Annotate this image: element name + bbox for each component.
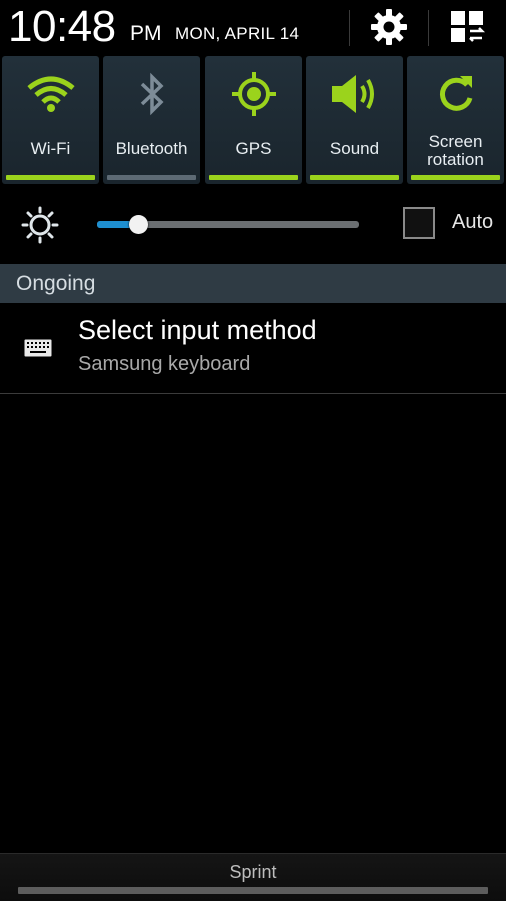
notification-subtitle: Samsung keyboard (78, 353, 251, 375)
carrier-label: Sprint (229, 862, 277, 882)
brightness-row: Auto (0, 185, 506, 264)
header-divider (349, 10, 350, 46)
auto-brightness-checkbox[interactable] (403, 207, 435, 239)
sound-icon (331, 75, 374, 113)
header-divider (428, 10, 429, 46)
ongoing-header-label: Ongoing (16, 272, 96, 295)
keyboard-icon (24, 339, 52, 357)
clock-time: 10:48 (8, 2, 116, 51)
toggle-grid-button[interactable] (431, 2, 505, 52)
notification-select-input-method[interactable]: Select input method Samsung keyboard (0, 303, 506, 393)
brightness-slider[interactable] (97, 215, 359, 234)
settings-button[interactable] (352, 2, 426, 52)
toggle-label: Wi-Fi (30, 139, 71, 158)
auto-brightness-label: Auto (452, 211, 494, 233)
toggle-screen-rotation[interactable]: Screen rotation (407, 56, 504, 184)
grid-icon (451, 11, 486, 42)
toggle-wifi[interactable]: Wi-Fi (2, 56, 99, 184)
toggle-state-bar (6, 175, 95, 180)
toggle-label: Bluetooth (115, 139, 188, 158)
brightness-icon (21, 206, 59, 244)
toggle-label: Sound (329, 139, 380, 158)
toggle-label: GPS (235, 139, 272, 158)
toggle-sound[interactable]: Sound (306, 56, 403, 184)
carrier-bar: Sprint (0, 853, 506, 901)
gps-icon (231, 72, 276, 116)
toggle-state-bar (310, 175, 399, 180)
ongoing-section-header: Ongoing (0, 264, 506, 303)
toggle-bluetooth[interactable]: Bluetooth (103, 56, 200, 184)
bluetooth-icon (140, 72, 164, 116)
toggle-state-bar (107, 175, 196, 180)
rotation-icon (439, 76, 472, 111)
status-header: 10:48 PM MON, APRIL 14 (0, 0, 506, 54)
toggle-state-bar (209, 175, 298, 180)
wifi-icon (26, 76, 75, 112)
brightness-slider-thumb[interactable] (129, 215, 148, 234)
date-label: MON, APRIL 14 (175, 24, 300, 43)
gear-icon (371, 9, 407, 45)
toggle-gps[interactable]: GPS (205, 56, 302, 184)
toggle-label-line1: Screen (428, 132, 483, 151)
divider (0, 393, 506, 394)
clock-ampm: PM (130, 22, 162, 45)
panel-drag-handle[interactable] (18, 887, 488, 894)
quick-settings-panel: Wi-Fi Bluetooth GPS Sound Screen rotatio… (0, 54, 506, 185)
notification-title: Select input method (78, 315, 317, 345)
toggle-state-bar (411, 175, 500, 180)
toggle-label-line2: rotation (427, 150, 484, 169)
